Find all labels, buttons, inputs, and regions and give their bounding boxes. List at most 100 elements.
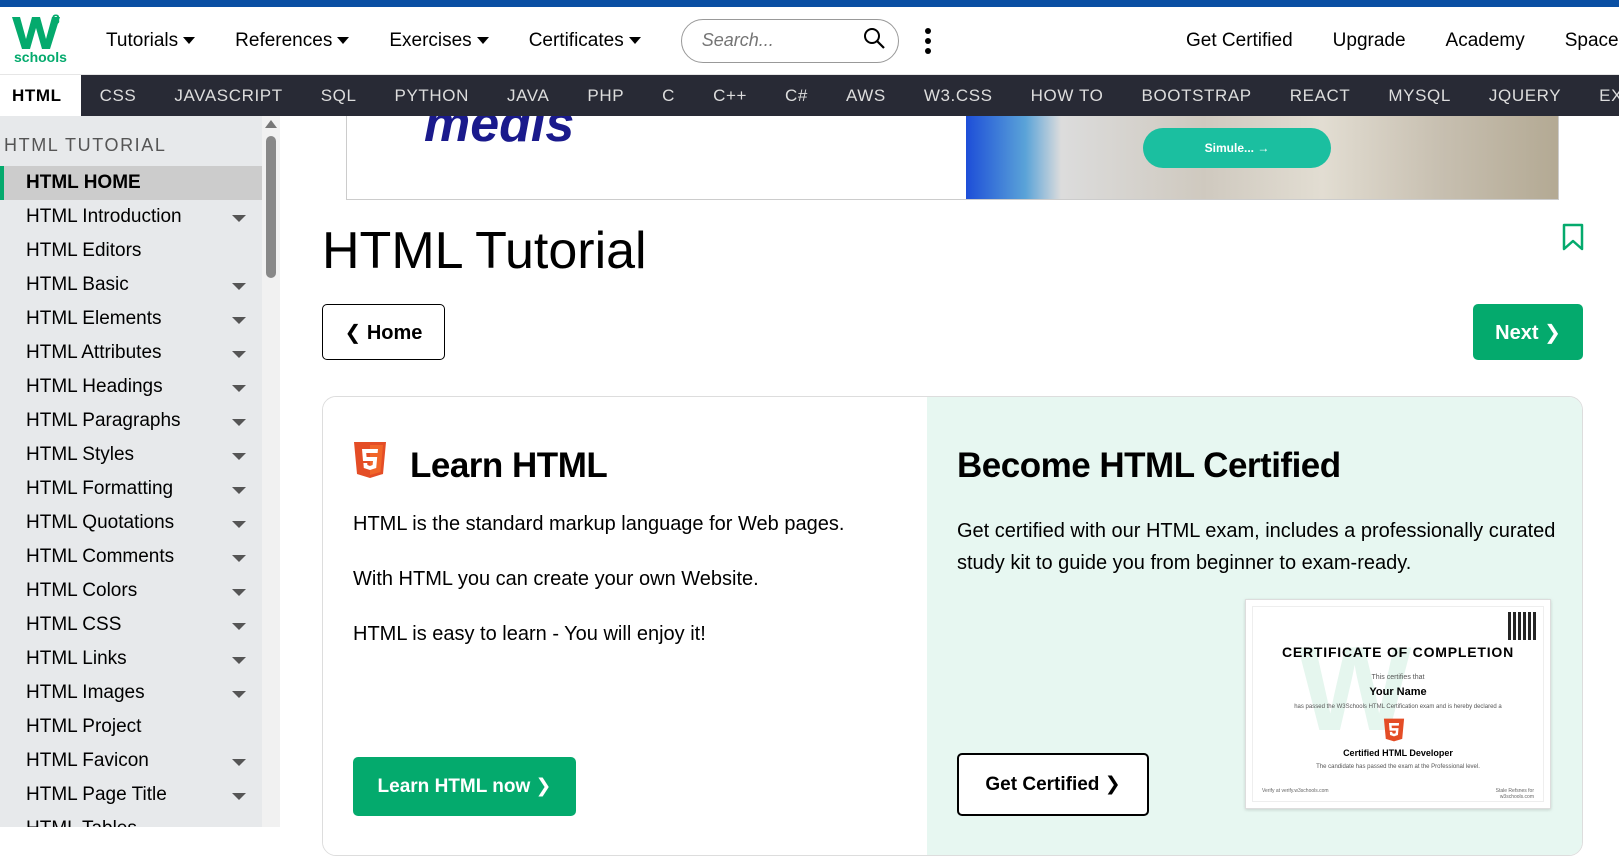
subnav-cpp[interactable]: C++ xyxy=(694,75,766,116)
sidebar-scrollbar[interactable] xyxy=(262,116,280,827)
sidebar-item-html-tables[interactable]: HTML Tables xyxy=(0,812,262,827)
menu-exercises[interactable]: Exercises xyxy=(389,30,489,52)
subnav-react[interactable]: REACT xyxy=(1271,75,1370,116)
subnav-java[interactable]: JAVA xyxy=(488,75,568,116)
learn-html-now-button[interactable]: Learn HTML now ❯ xyxy=(353,757,576,816)
ad-button[interactable]: Simule... → xyxy=(1143,128,1331,168)
sidebar-item-label: HTML Editors xyxy=(26,240,142,261)
sidebar-item-html-paragraphs[interactable]: HTML Paragraphs xyxy=(0,404,262,438)
link-academy[interactable]: Academy xyxy=(1446,30,1525,52)
intro-card: Learn HTML HTML is the standard markup l… xyxy=(322,396,1583,856)
expand-triangle-icon[interactable] xyxy=(232,793,246,800)
sidebar-item-label: HTML Colors xyxy=(26,580,138,601)
certified-heading: Become HTML Certified xyxy=(957,446,1341,485)
subnav-howto[interactable]: HOW TO xyxy=(1012,75,1123,116)
expand-triangle-icon[interactable] xyxy=(232,283,246,290)
sidebar-item-html-formatting[interactable]: HTML Formatting xyxy=(0,472,262,506)
sidebar-item-html-styles[interactable]: HTML Styles xyxy=(0,438,262,472)
expand-triangle-icon[interactable] xyxy=(232,589,246,596)
expand-triangle-icon[interactable] xyxy=(232,317,246,324)
sidebar-item-label: HTML Tables xyxy=(26,818,137,827)
sidebar: HTML TUTORIAL HTML HOME HTML Introduction… xyxy=(0,116,262,827)
learn-paragraph: HTML is the standard markup language for… xyxy=(353,513,845,535)
subnav-c[interactable]: C xyxy=(643,75,694,116)
subnav-mysql[interactable]: MYSQL xyxy=(1369,75,1470,116)
expand-triangle-icon[interactable] xyxy=(232,521,246,528)
certificate-title: CERTIFICATE OF COMPLETION xyxy=(1281,644,1515,660)
caret-down-icon xyxy=(628,37,641,44)
sidebar-item-html-colors[interactable]: HTML Colors xyxy=(0,574,262,608)
expand-triangle-icon[interactable] xyxy=(232,453,246,460)
subnav-html[interactable]: HTML xyxy=(0,75,81,116)
certificate-text: The candidate has passed the exam at the… xyxy=(1316,764,1480,770)
sidebar-item-html-editors[interactable]: HTML Editors xyxy=(0,234,262,268)
link-spaces[interactable]: Spaces xyxy=(1565,30,1619,52)
subnav-php[interactable]: PHP xyxy=(568,75,643,116)
sidebar-item-html-project[interactable]: HTML Project xyxy=(0,710,262,744)
menu-references[interactable]: References xyxy=(235,30,350,52)
link-get-certified[interactable]: Get Certified xyxy=(1186,30,1293,52)
subnav-csharp[interactable]: C# xyxy=(766,75,827,116)
expand-triangle-icon[interactable] xyxy=(232,215,246,222)
certificate-role: Certified HTML Developer xyxy=(1343,748,1453,758)
subnav-python[interactable]: PYTHON xyxy=(376,75,488,116)
subnav-jquery[interactable]: JQUERY xyxy=(1470,75,1580,116)
sidebar-item-html-home[interactable]: HTML HOME xyxy=(0,166,262,200)
expand-triangle-icon[interactable] xyxy=(232,419,246,426)
expand-triangle-icon[interactable] xyxy=(232,759,246,766)
main-content: medis Simule... → HTML Tutorial ❮ Home N… xyxy=(280,116,1619,856)
bookmark-icon[interactable] xyxy=(1562,223,1584,256)
subnav-css[interactable]: CSS xyxy=(81,75,156,116)
expand-triangle-icon[interactable] xyxy=(232,487,246,494)
sidebar-item-label: HTML Project xyxy=(26,716,142,737)
link-upgrade[interactable]: Upgrade xyxy=(1333,30,1406,52)
expand-triangle-icon[interactable] xyxy=(232,623,246,630)
subnav-bootstrap[interactable]: BOOTSTRAP xyxy=(1123,75,1271,116)
sidebar-item-html-favicon[interactable]: HTML Favicon xyxy=(0,744,262,778)
sidebar-item-html-css[interactable]: HTML CSS xyxy=(0,608,262,642)
menu-certificates[interactable]: Certificates xyxy=(529,30,641,52)
expand-triangle-icon[interactable] xyxy=(232,351,246,358)
sidebar-item-label: HTML Introduction xyxy=(26,206,182,227)
menu-tutorials[interactable]: Tutorials xyxy=(106,30,196,52)
expand-triangle-icon[interactable] xyxy=(232,657,246,664)
sidebar-item-html-page-title[interactable]: HTML Page Title xyxy=(0,778,262,812)
certified-description: Get certified with our HTML exam, includ… xyxy=(957,520,1556,574)
scroll-up-icon[interactable] xyxy=(265,120,277,128)
learn-panel: Learn HTML HTML is the standard markup l… xyxy=(323,397,927,855)
sidebar-item-html-headings[interactable]: HTML Headings xyxy=(0,370,262,404)
search-icon[interactable] xyxy=(862,26,886,55)
more-options-icon[interactable] xyxy=(924,27,931,54)
subnav-excel[interactable]: EXCEL xyxy=(1580,75,1619,116)
sidebar-item-html-introduction[interactable]: HTML Introduction xyxy=(0,200,262,234)
logo-text: schools xyxy=(14,48,67,65)
scrollbar-thumb[interactable] xyxy=(266,136,276,278)
sidebar-item-html-quotations[interactable]: HTML Quotations xyxy=(0,506,262,540)
sidebar-item-html-images[interactable]: HTML Images xyxy=(0,676,262,710)
sidebar-item-html-comments[interactable]: HTML Comments xyxy=(0,540,262,574)
get-certified-button[interactable]: Get Certified ❯ xyxy=(957,753,1149,816)
subnav-sql[interactable]: SQL xyxy=(302,75,376,116)
learn-paragraph: With HTML you can create your own Websit… xyxy=(353,568,759,590)
sidebar-item-html-elements[interactable]: HTML Elements xyxy=(0,302,262,336)
top-stripe xyxy=(0,0,1619,7)
next-button[interactable]: Next ❯ xyxy=(1473,304,1583,360)
subnav-javascript[interactable]: JAVASCRIPT xyxy=(155,75,301,116)
sidebar-item-html-basic[interactable]: HTML Basic xyxy=(0,268,262,302)
search-input[interactable] xyxy=(701,30,852,51)
search-box[interactable] xyxy=(680,18,899,63)
sidebar-item-label: HTML Styles xyxy=(26,444,135,465)
top-bar: 3 schools Tutorials References Exercises… xyxy=(0,7,1619,75)
home-button[interactable]: ❮ Home xyxy=(322,304,445,360)
sidebar-item-html-links[interactable]: HTML Links xyxy=(0,642,262,676)
subnav-w3css[interactable]: W3.CSS xyxy=(905,75,1012,116)
sidebar-item-html-attributes[interactable]: HTML Attributes xyxy=(0,336,262,370)
expand-triangle-icon[interactable] xyxy=(232,555,246,562)
advertisement-banner[interactable]: medis Simule... → xyxy=(346,116,1559,200)
sidebar-item-label: HTML Page Title xyxy=(26,784,167,805)
subnav-aws[interactable]: AWS xyxy=(827,75,905,116)
w3schools-logo[interactable]: 3 schools xyxy=(0,7,80,75)
sidebar-item-label: HTML Headings xyxy=(26,376,163,397)
expand-triangle-icon[interactable] xyxy=(232,385,246,392)
expand-triangle-icon[interactable] xyxy=(232,691,246,698)
